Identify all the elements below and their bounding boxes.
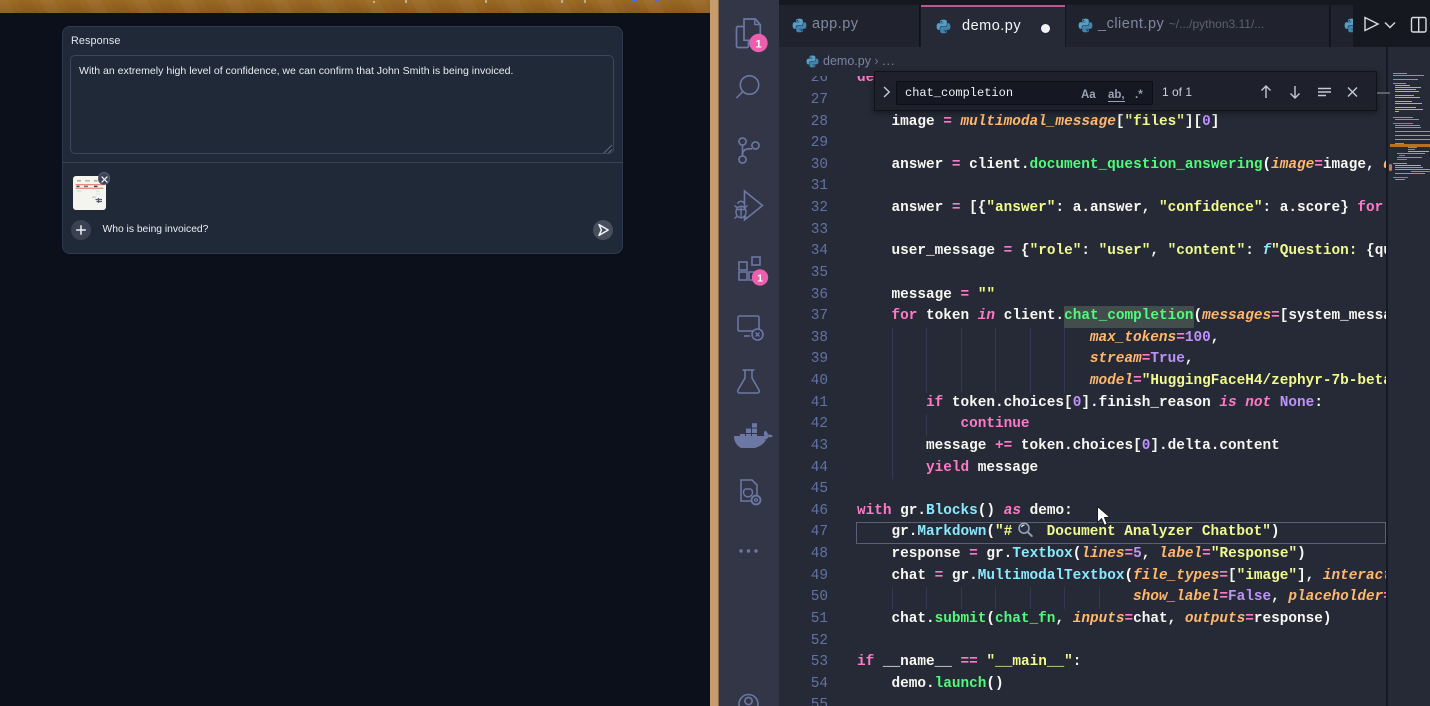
svg-text:1: 1 (755, 38, 761, 50)
svg-text:1: 1 (757, 273, 763, 285)
